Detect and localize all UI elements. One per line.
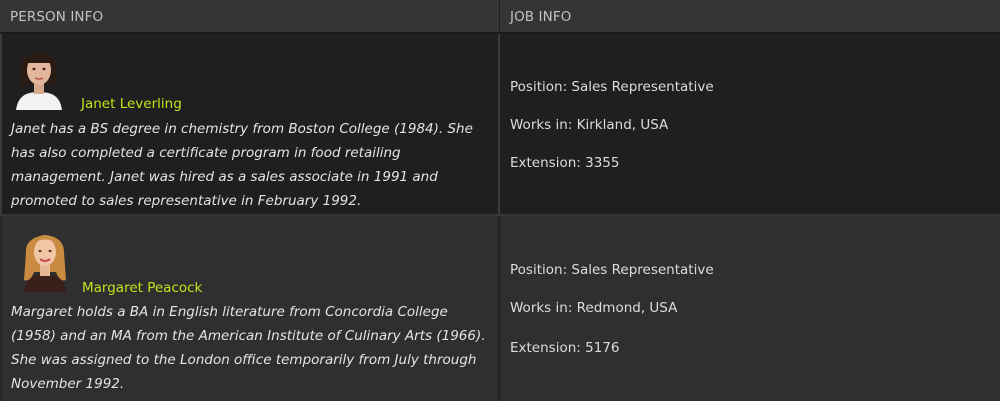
avatar bbox=[12, 40, 66, 110]
grid-row[interactable]: Margaret Peacock Margaret holds a BA in … bbox=[0, 216, 1000, 401]
job-extension: Extension: 5176 bbox=[510, 340, 620, 356]
person-bio: Janet has a BS degree in chemistry from … bbox=[11, 121, 473, 209]
employee-grid: PERSON INFO JOB INFO Janet Leverling Jan… bbox=[0, 0, 1000, 401]
portrait-photo-janet-icon bbox=[12, 40, 66, 110]
grid-header: PERSON INFO JOB INFO bbox=[0, 0, 1000, 34]
job-position: Position: Sales Representative bbox=[510, 262, 714, 278]
person-info-cell[interactable]: Janet Leverling Janet has a BS degree in… bbox=[0, 34, 500, 214]
job-location: Works in: Kirkland, USA bbox=[510, 117, 669, 133]
avatar bbox=[18, 222, 72, 292]
job-info-cell[interactable]: Position: Sales Representative Works in:… bbox=[500, 34, 1000, 214]
job-info-cell[interactable]: Position: Sales Representative Works in:… bbox=[500, 216, 1000, 401]
grid-row[interactable]: Janet Leverling Janet has a BS degree in… bbox=[0, 34, 1000, 216]
person-bio: Margaret holds a BA in English literatur… bbox=[11, 304, 486, 392]
job-position: Position: Sales Representative bbox=[510, 79, 714, 95]
portrait-photo-margaret-icon bbox=[18, 222, 72, 292]
column-header-person-info[interactable]: PERSON INFO bbox=[0, 0, 500, 33]
job-extension: Extension: 3355 bbox=[510, 155, 620, 171]
column-header-job-info[interactable]: JOB INFO bbox=[500, 0, 1000, 33]
job-location: Works in: Redmond, USA bbox=[510, 300, 678, 316]
person-info-cell[interactable]: Margaret Peacock Margaret holds a BA in … bbox=[0, 216, 500, 401]
person-name: Janet Leverling bbox=[81, 96, 182, 112]
person-name: Margaret Peacock bbox=[82, 280, 203, 296]
